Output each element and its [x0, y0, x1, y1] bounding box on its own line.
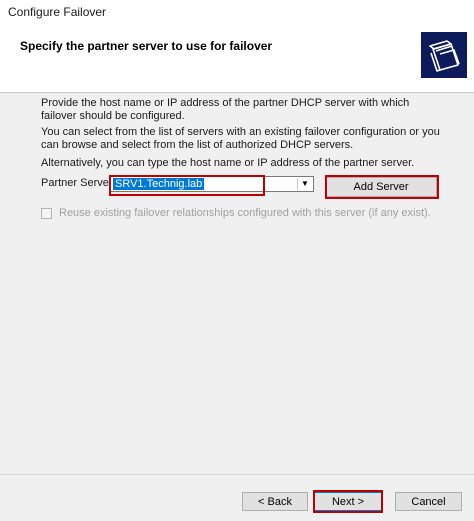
reuse-relationships-label: Reuse existing failover relationships co…: [59, 207, 431, 219]
page-title: Specify the partner server to use for fa…: [20, 39, 273, 53]
instructions-paragraph-2: You can select from the list of servers …: [41, 126, 440, 151]
instructions-paragraph-1: Provide the host name or IP address of t…: [41, 97, 410, 122]
wizard-icon: [421, 32, 467, 78]
partner-server-label: Partner Server:: [41, 177, 116, 189]
back-button[interactable]: < Back: [242, 492, 308, 511]
instructions-paragraph-3: Alternatively, you can type the host nam…: [41, 157, 415, 169]
window-title: Configure Failover: [8, 5, 107, 19]
highlight-partner-server: [109, 175, 265, 196]
chevron-down-icon[interactable]: ▼: [297, 178, 312, 190]
highlight-next: [313, 490, 383, 513]
highlight-add-server: [325, 175, 439, 199]
wizard-header: Specify the partner server to use for fa…: [0, 28, 474, 92]
reuse-relationships-checkbox[interactable]: [41, 208, 52, 219]
cancel-button[interactable]: Cancel: [395, 492, 462, 511]
